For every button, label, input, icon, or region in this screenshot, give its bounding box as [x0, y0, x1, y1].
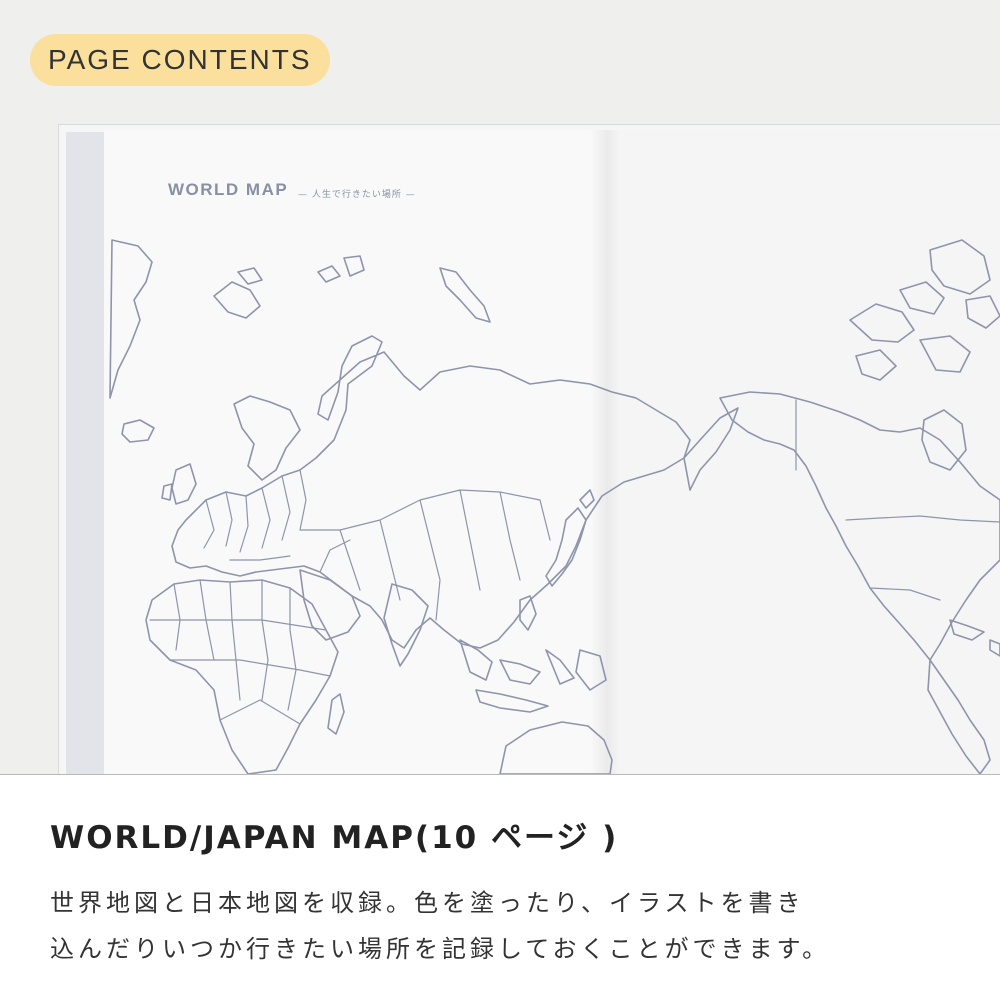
scandinavia — [233, 395, 301, 481]
australia — [499, 721, 613, 774]
description-line: 世界地図と日本地図を収録。色を塗ったり、イラストを書き — [50, 889, 805, 917]
india — [383, 583, 429, 667]
section-heading: WORLD/JAPAN MAP(10 ページ ) — [50, 820, 619, 856]
world-map-outline — [109, 239, 1000, 774]
iceland — [121, 419, 155, 443]
central-america — [927, 619, 1000, 774]
description-line: 込んだりいつか行きたい場所を記録しておくことができます。 — [50, 935, 831, 963]
country-borders — [203, 469, 551, 621]
uk — [161, 463, 197, 505]
arctic-islands — [213, 255, 491, 323]
madagascar — [327, 693, 345, 735]
product-photo: WORLD MAP — 人生で行きたい場所 — PAGE CONTENTS — [0, 0, 1000, 774]
na-borders — [795, 399, 1000, 601]
arabia — [299, 569, 361, 641]
canadian-arctic — [849, 239, 1000, 381]
greenland-left — [109, 239, 153, 399]
kamchatka — [683, 407, 739, 491]
section-description: 世界地図と日本地図を収録。色を塗ったり、イラストを書き 込んだりいつか行きたい場… — [50, 880, 970, 972]
north-america — [719, 391, 1000, 661]
eurasia — [171, 335, 691, 649]
philippines — [519, 595, 537, 631]
se-asia-islands — [459, 639, 607, 713]
africa — [145, 579, 339, 774]
africa-borders — [149, 579, 331, 725]
page-contents-badge: PAGE CONTENTS — [30, 34, 330, 86]
japan — [545, 489, 595, 587]
